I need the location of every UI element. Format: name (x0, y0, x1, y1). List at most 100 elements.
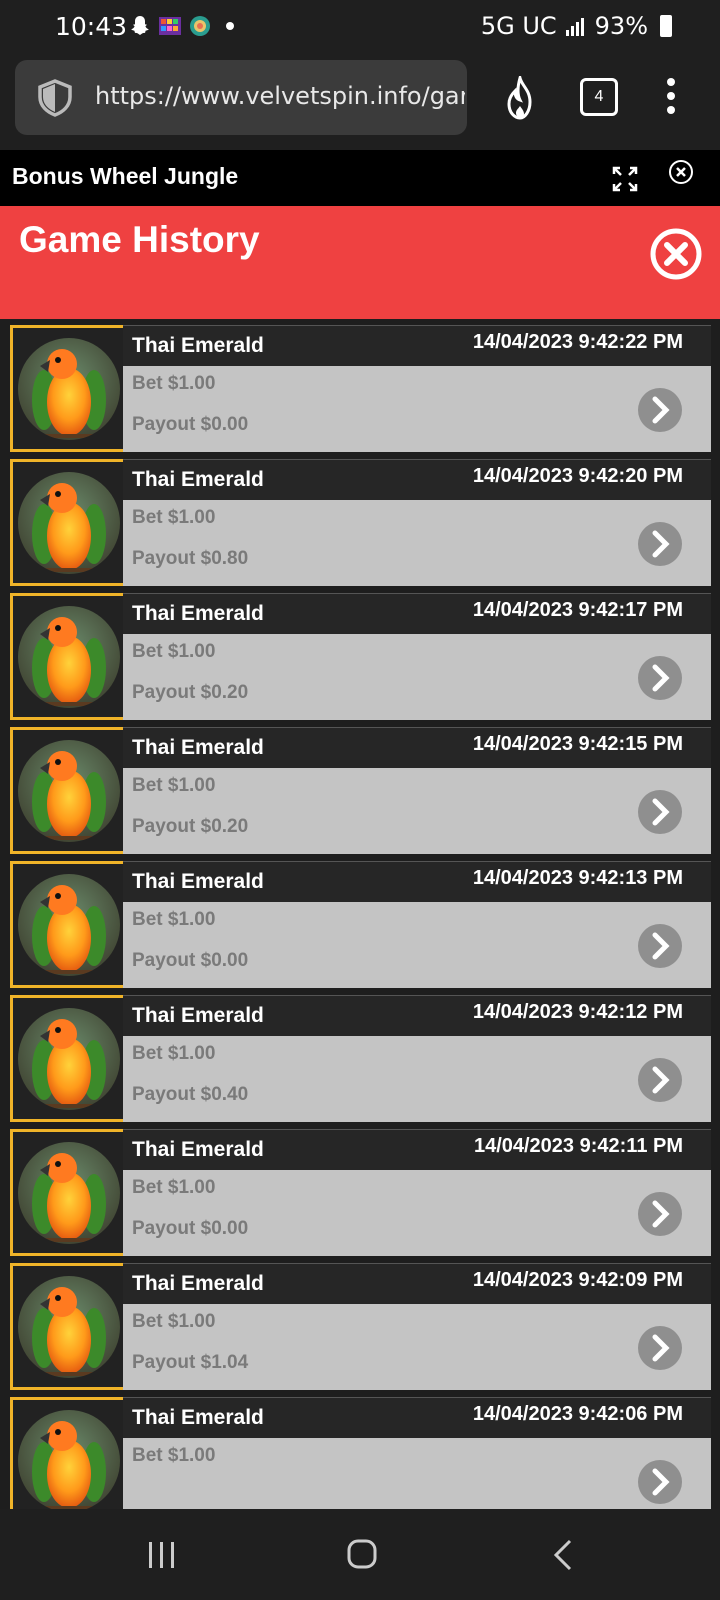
row-timestamp: 14/04/2023 9:42:12 PM (472, 1001, 683, 1023)
bet-amount: Bet $1.00 (132, 641, 216, 662)
bet-amount: Bet $1.00 (132, 909, 216, 930)
history-row[interactable]: Thai Emerald 14/04/2023 9:42:22 PM Bet $… (10, 325, 711, 452)
expand-icon[interactable] (612, 166, 638, 192)
chevron-right-icon[interactable] (637, 521, 683, 567)
game-name: Thai Emerald (132, 1004, 264, 1027)
bet-amount: Bet $1.00 (132, 1445, 216, 1466)
payout-amount: Payout $0.20 (132, 816, 249, 837)
navigation-bar (0, 1509, 720, 1600)
row-timestamp: 14/04/2023 9:42:06 PM (472, 1403, 683, 1425)
tabs-button[interactable]: 4 (580, 78, 618, 116)
bet-amount: Bet $1.00 (132, 775, 216, 796)
game-thumbnail[interactable] (10, 325, 126, 452)
game-app-icon (159, 17, 181, 35)
game-name: Thai Emerald (132, 468, 264, 491)
history-list[interactable]: Thai Emerald 14/04/2023 9:42:22 PM Bet $… (0, 319, 720, 1509)
history-row[interactable]: Thai Emerald 14/04/2023 9:42:06 PM Bet $… (10, 1397, 711, 1509)
chevron-right-icon[interactable] (637, 655, 683, 701)
url-text[interactable]: https://www.velvetspin.info/gam (95, 82, 465, 110)
row-details: Bet $1.00 Payout $0.20 (123, 634, 711, 720)
chevron-right-icon[interactable] (637, 1325, 683, 1371)
browser-toolbar: https://www.velvetspin.info/gam 4 (0, 52, 720, 150)
parrot-thumbnail (18, 874, 120, 976)
game-name: Thai Emerald (132, 1406, 264, 1429)
history-row[interactable]: Thai Emerald 14/04/2023 9:42:20 PM Bet $… (10, 459, 711, 586)
row-details: Bet $1.00 Payout $0.80 (123, 500, 711, 586)
row-timestamp: 14/04/2023 9:42:17 PM (472, 599, 683, 621)
payout-amount: Payout $0.20 (132, 682, 249, 703)
row-header: Thai Emerald 14/04/2023 9:42:22 PM (123, 325, 711, 367)
parrot-thumbnail (18, 1276, 120, 1378)
game-thumbnail[interactable] (10, 727, 126, 854)
close-history-icon[interactable] (648, 226, 704, 282)
network-label: 5G UC (480, 12, 557, 40)
bet-amount: Bet $1.00 (132, 373, 216, 394)
home-icon[interactable] (347, 1539, 377, 1569)
row-timestamp: 14/04/2023 9:42:15 PM (472, 733, 683, 755)
row-header: Thai Emerald 14/04/2023 9:42:09 PM (123, 1263, 711, 1305)
game-header: Bonus Wheel Jungle (0, 150, 720, 206)
row-timestamp: 14/04/2023 9:42:09 PM (472, 1269, 683, 1291)
shield-icon[interactable] (35, 78, 75, 118)
back-icon[interactable] (552, 1539, 574, 1571)
parrot-thumbnail (18, 338, 120, 440)
signal-icon (565, 18, 584, 36)
game-thumbnail[interactable] (10, 459, 126, 586)
chevron-right-icon[interactable] (637, 387, 683, 433)
row-details: Bet $1.00 Payout $0.20 (123, 768, 711, 854)
history-row[interactable]: Thai Emerald 14/04/2023 9:42:13 PM Bet $… (10, 861, 711, 988)
game-thumbnail[interactable] (10, 593, 126, 720)
history-row[interactable]: Thai Emerald 14/04/2023 9:42:12 PM Bet $… (10, 995, 711, 1122)
status-time: 10:43 (55, 12, 128, 41)
fire-icon[interactable] (500, 76, 540, 120)
game-name: Thai Emerald (132, 334, 264, 357)
payout-amount: Payout $0.00 (132, 1218, 249, 1239)
row-header: Thai Emerald 14/04/2023 9:42:06 PM (123, 1397, 711, 1439)
history-row[interactable]: Thai Emerald 14/04/2023 9:42:09 PM Bet $… (10, 1263, 711, 1390)
game-name: Thai Emerald (132, 1138, 264, 1161)
game-name: Thai Emerald (132, 1272, 264, 1295)
row-details: Bet $1.00 Payout $0.00 (123, 366, 711, 452)
row-timestamp: 14/04/2023 9:42:20 PM (472, 465, 683, 487)
payout-amount: Payout $0.00 (132, 414, 249, 435)
game-thumbnail[interactable] (10, 1263, 126, 1390)
row-timestamp: 14/04/2023 9:42:13 PM (472, 867, 683, 889)
row-details: Bet $1.00 Payout $0.00 (123, 1170, 711, 1256)
globe-app-icon (190, 16, 210, 36)
chevron-right-icon[interactable] (637, 1459, 683, 1505)
row-header: Thai Emerald 14/04/2023 9:42:13 PM (123, 861, 711, 903)
game-name: Thai Emerald (132, 602, 264, 625)
dot-icon (226, 22, 234, 30)
history-row[interactable]: Thai Emerald 14/04/2023 9:42:11 PM Bet $… (10, 1129, 711, 1256)
game-thumbnail[interactable] (10, 861, 126, 988)
row-header: Thai Emerald 14/04/2023 9:42:15 PM (123, 727, 711, 769)
parrot-thumbnail (18, 1410, 120, 1509)
history-header: Game History (0, 206, 720, 319)
row-details: Bet $1.00 Payout $0.40 (123, 1036, 711, 1122)
game-thumbnail[interactable] (10, 995, 126, 1122)
history-row[interactable]: Thai Emerald 14/04/2023 9:42:15 PM Bet $… (10, 727, 711, 854)
bet-amount: Bet $1.00 (132, 1311, 216, 1332)
chevron-right-icon[interactable] (637, 1191, 683, 1237)
game-thumbnail[interactable] (10, 1397, 126, 1509)
payout-amount: Payout $1.04 (132, 1352, 249, 1373)
payout-amount: Payout $0.80 (132, 548, 249, 569)
recents-icon[interactable] (147, 1541, 177, 1569)
row-header: Thai Emerald 14/04/2023 9:42:12 PM (123, 995, 711, 1037)
close-icon[interactable] (667, 158, 695, 186)
bet-amount: Bet $1.00 (132, 1177, 216, 1198)
address-bar[interactable]: https://www.velvetspin.info/gam (15, 60, 467, 135)
status-right: 5G UC 93% (481, 12, 672, 40)
row-header: Thai Emerald 14/04/2023 9:42:20 PM (123, 459, 711, 501)
parrot-thumbnail (18, 1008, 120, 1110)
more-menu-icon[interactable] (664, 76, 678, 116)
payout-amount: Payout $0.00 (132, 950, 249, 971)
chevron-right-icon[interactable] (637, 789, 683, 835)
game-thumbnail[interactable] (10, 1129, 126, 1256)
game-title: Bonus Wheel Jungle (12, 163, 239, 189)
chevron-right-icon[interactable] (637, 1057, 683, 1103)
chevron-right-icon[interactable] (637, 923, 683, 969)
status-notification-icons (128, 14, 242, 38)
history-row[interactable]: Thai Emerald 14/04/2023 9:42:17 PM Bet $… (10, 593, 711, 720)
parrot-thumbnail (18, 472, 120, 574)
